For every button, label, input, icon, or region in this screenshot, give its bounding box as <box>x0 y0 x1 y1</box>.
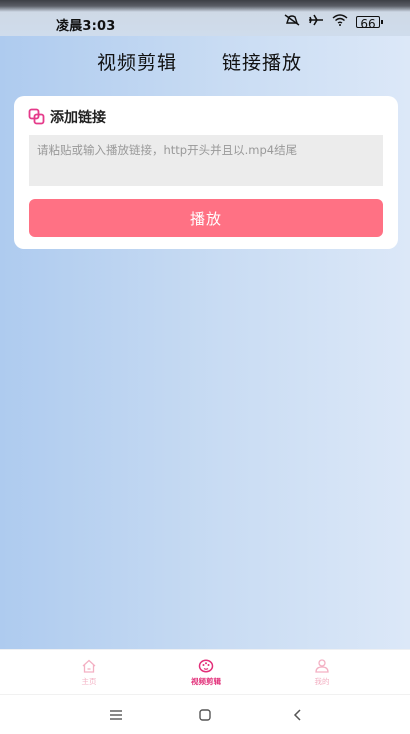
card-title: 添加链接 <box>50 110 106 126</box>
tab-video-edit-label: 视频剪辑 <box>191 677 221 686</box>
palette-icon <box>198 658 214 674</box>
user-icon <box>314 658 330 674</box>
top-tabs: 视频剪辑 链接播放 <box>0 42 410 78</box>
mute-icon <box>284 14 300 29</box>
play-button[interactable]: 播放 <box>29 199 383 237</box>
status-icons: 66 <box>284 14 383 31</box>
bottom-tab-bar: 主页 视频剪辑 我的 <box>0 649 410 695</box>
link-input[interactable]: 请粘贴或输入播放链接，http开头并且以.mp4结尾 <box>29 135 383 186</box>
system-nav-bar <box>0 694 410 734</box>
tab-home-label: 主页 <box>81 677 97 686</box>
menu-icon[interactable] <box>106 706 126 724</box>
home-square-icon[interactable] <box>195 706 215 724</box>
back-icon[interactable] <box>288 706 308 724</box>
status-time: 凌晨3:03 <box>56 19 116 34</box>
tab-video-edit[interactable]: 视频剪辑 <box>97 48 177 75</box>
tab-mine[interactable]: 我的 <box>292 658 352 687</box>
home-icon <box>81 658 97 674</box>
tab-mine-label: 我的 <box>314 677 330 686</box>
link-copy-icon <box>28 108 46 126</box>
wifi-icon <box>332 14 348 29</box>
tab-home[interactable]: 主页 <box>59 658 119 687</box>
battery-icon: 66 <box>356 15 383 31</box>
tab-link-play[interactable]: 链接播放 <box>222 48 302 75</box>
status-bar: 凌晨3:03 66 <box>0 0 410 36</box>
add-link-card: 添加链接 请粘贴或输入播放链接，http开头并且以.mp4结尾 播放 <box>14 96 398 249</box>
airplane-icon <box>308 14 324 29</box>
card-header: 添加链接 <box>28 107 106 127</box>
app-screen: 凌晨3:03 66 视频剪辑 链接播放 添加链接 请粘贴或输入播放链接，http… <box>0 0 410 734</box>
tab-video-edit-bottom[interactable]: 视频剪辑 <box>176 658 236 687</box>
